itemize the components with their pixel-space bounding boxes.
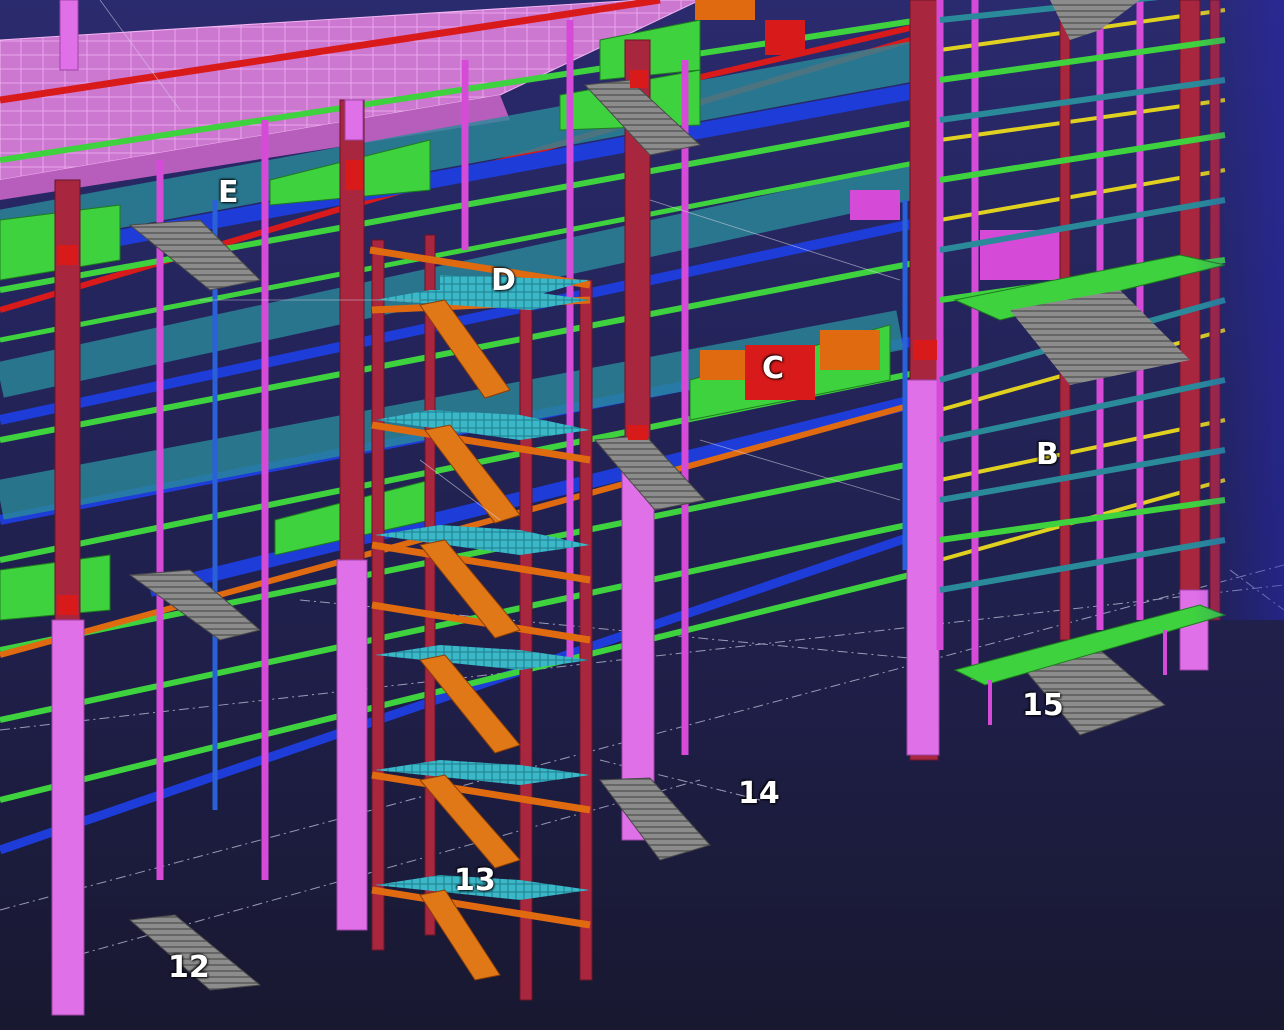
grid-label-14: 14 xyxy=(738,776,780,811)
grid-label-e: E xyxy=(218,175,239,210)
steel-structure-3d-model[interactable] xyxy=(0,0,1284,1030)
grid-label-d: D xyxy=(491,263,516,298)
model-viewport[interactable]: E D C B 12 13 14 15 xyxy=(0,0,1284,1030)
grid-label-12: 12 xyxy=(168,950,210,985)
grid-label-13: 13 xyxy=(454,863,496,898)
grid-label-c: C xyxy=(762,351,785,386)
grid-label-b: B xyxy=(1036,437,1059,472)
grid-label-15: 15 xyxy=(1022,688,1064,723)
